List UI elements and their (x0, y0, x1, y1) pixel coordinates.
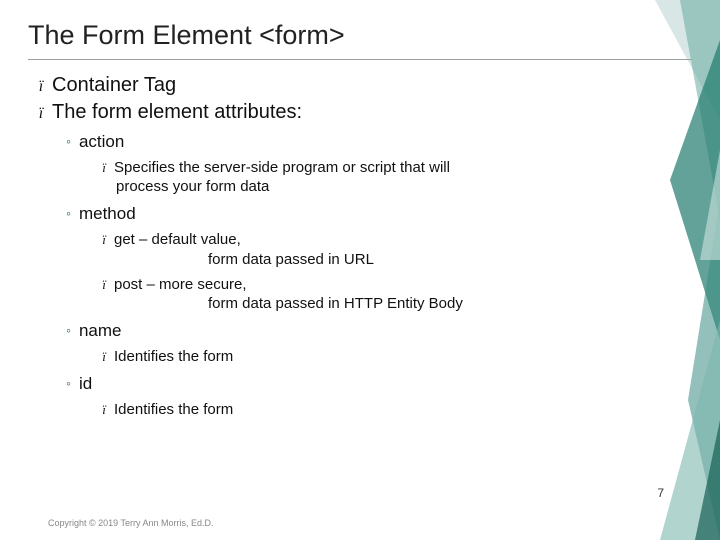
circle-bullet-icon: ◦ (66, 375, 71, 391)
circle-bullet-icon: ◦ (66, 133, 71, 149)
copyright-text: Copyright © 2019 Terry Ann Morris, Ed.D. (48, 518, 214, 528)
slide-title: The Form Element <form> (28, 20, 692, 60)
attr-method-post: ïpost – more secure, form data passed in… (98, 275, 692, 313)
slide-content: The Form Element <form> ïContainer Tag ï… (0, 0, 720, 420)
bullet-container-tag: ïContainer Tag (34, 74, 692, 97)
swirl-bullet-icon: ï (98, 232, 110, 249)
attr-id: ◦id (66, 374, 692, 394)
page-number: 7 (657, 486, 664, 500)
swirl-bullet-icon: ï (98, 277, 110, 294)
attr-name: ◦name (66, 321, 692, 341)
swirl-bullet-icon: ï (34, 105, 48, 123)
circle-bullet-icon: ◦ (66, 322, 71, 338)
swirl-bullet-icon: ï (98, 402, 110, 419)
attr-action: ◦action (66, 132, 692, 152)
attr-name-desc: ïIdentifies the form (98, 347, 692, 366)
swirl-bullet-icon: ï (98, 160, 110, 177)
swirl-bullet-icon: ï (98, 349, 110, 366)
attr-id-desc: ïIdentifies the form (98, 400, 692, 419)
circle-bullet-icon: ◦ (66, 205, 71, 221)
bullet-form-attributes: ïThe form element attributes: (34, 101, 692, 124)
swirl-bullet-icon: ï (34, 78, 48, 96)
attr-method: ◦method (66, 204, 692, 224)
attr-action-desc: ïSpecifies the server-side program or sc… (98, 158, 692, 196)
attr-method-get: ïget – default value, form data passed i… (98, 230, 692, 268)
